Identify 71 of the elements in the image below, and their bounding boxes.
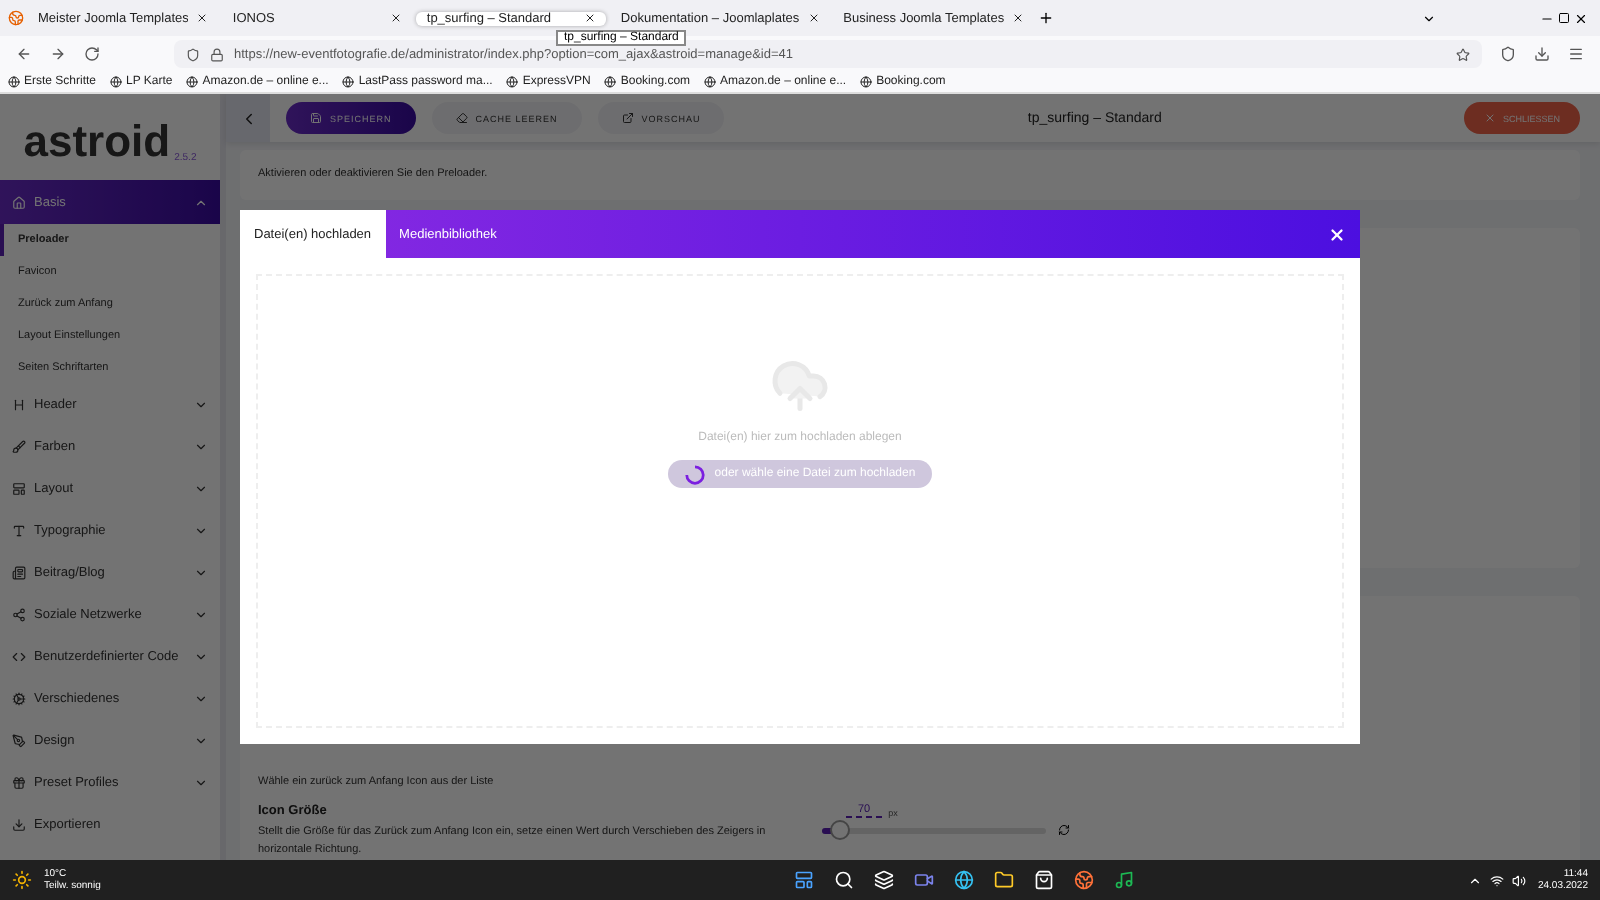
chevron-down-icon [194,482,208,496]
globe-icon [604,76,617,88]
globe-icon [110,76,123,88]
volume-icon [1511,873,1526,887]
chevron-down-icon [194,524,208,538]
close-icon [1484,112,1497,124]
chevron-up-icon [194,195,208,209]
video-icon[interactable] [914,870,935,890]
home-icon [12,195,26,209]
globe-icon [342,76,355,88]
chevron-down-icon [194,734,208,748]
close-icon [390,12,403,24]
lock-icon [210,47,224,61]
type-icon [12,524,26,538]
chevron-down-icon [194,650,208,664]
firefox-icon [8,10,24,26]
maximize-icon[interactable] [1558,12,1570,24]
logo: astroid [23,120,171,164]
music-icon[interactable] [1114,870,1135,890]
download-icon [12,818,26,832]
tab-list-icon[interactable] [1422,11,1436,25]
folder-icon[interactable] [994,870,1015,890]
menu-icon[interactable] [1568,46,1584,62]
firefox-icon[interactable] [1074,870,1095,890]
wifi-icon [1489,873,1504,887]
globe-icon [704,76,717,88]
chevron-down-icon [194,440,208,454]
store-icon[interactable] [1034,870,1055,890]
close-icon [1012,12,1025,24]
browser-icon[interactable] [954,870,975,890]
globe-icon [860,76,873,88]
gift-icon [12,776,26,790]
close-icon[interactable] [1574,11,1588,25]
external-link-icon [621,112,634,124]
globe-icon [8,76,20,88]
task-view-icon[interactable] [874,870,895,890]
layout-icon [12,482,26,496]
close-icon [807,12,820,24]
weather-icon [12,870,32,890]
reset-icon[interactable] [1058,824,1070,837]
chevron-down-icon [194,398,208,412]
gear-icon [12,692,26,706]
globe-icon [506,76,519,88]
forward-icon[interactable] [50,46,66,62]
pen-icon [12,734,26,748]
slider-thumb[interactable] [829,819,850,840]
brush-icon [12,440,26,454]
eraser-icon [455,112,468,124]
chevron-down-icon [194,566,208,580]
search-icon[interactable] [834,870,855,890]
tray-icon[interactable] [1467,873,1482,887]
globe-icon [186,76,199,88]
code-icon [12,650,26,664]
heading-icon [12,398,26,412]
reload-icon[interactable] [84,46,100,62]
chevron-down-icon [194,608,208,622]
start-icon[interactable] [794,870,815,890]
close-icon [584,12,597,24]
share-icon [12,608,26,622]
chevron-down-icon [194,692,208,706]
newspaper-icon [12,566,26,580]
new-tab-icon[interactable] [1038,10,1055,26]
close-icon [1327,225,1345,243]
back-icon[interactable] [16,46,32,62]
shield-icon [186,47,200,61]
download-icon[interactable] [1534,46,1550,62]
shield-icon[interactable] [1500,46,1516,62]
bookmark-star-icon[interactable] [1456,47,1470,61]
save-icon [310,112,322,124]
chevron-down-icon [194,776,208,790]
close-icon [196,12,209,24]
